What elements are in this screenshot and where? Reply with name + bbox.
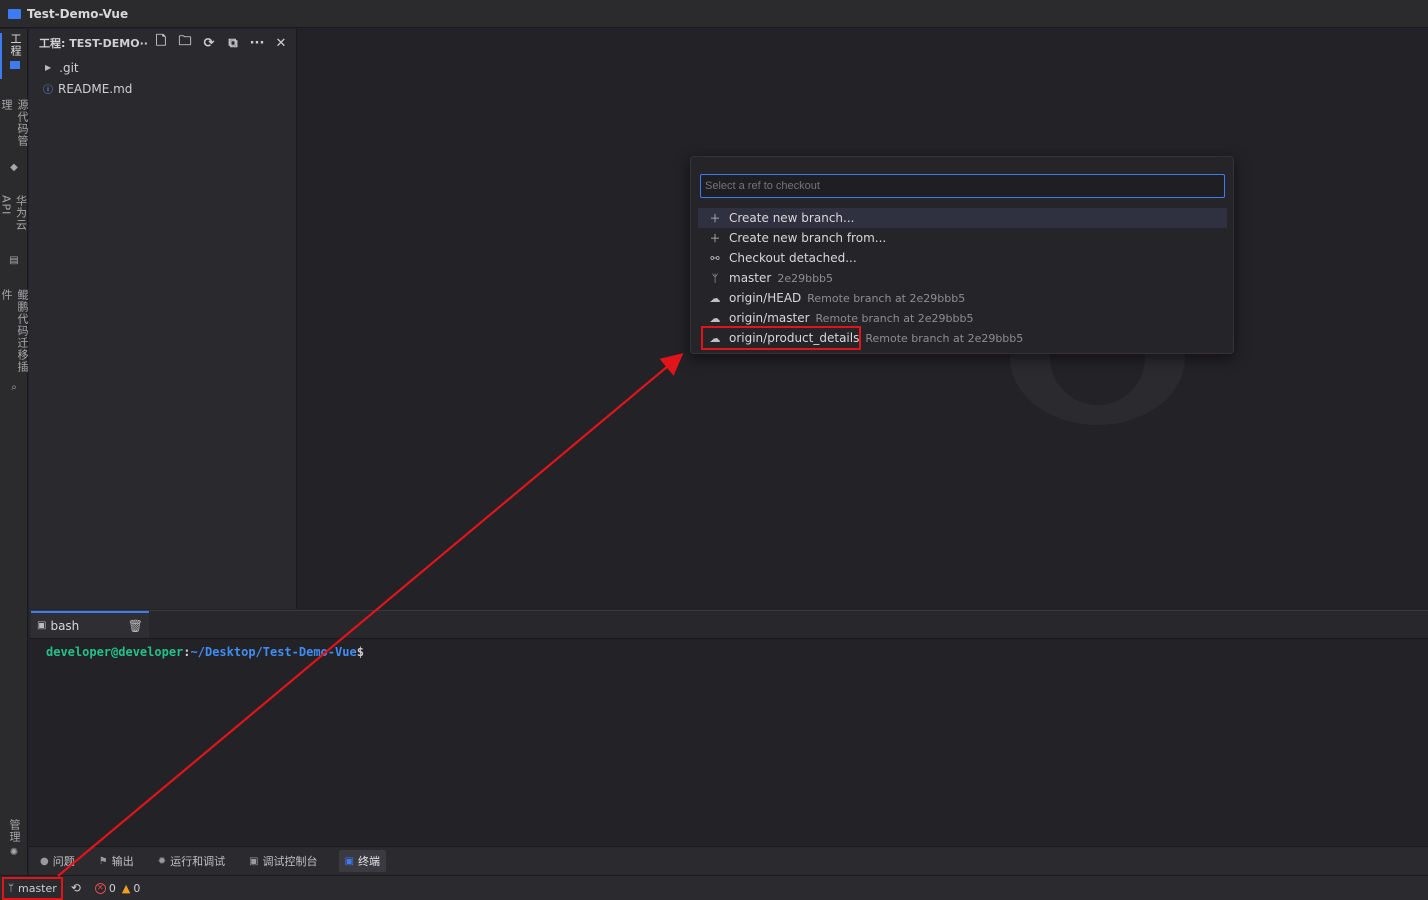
chevron-right-icon: ▶ [45,63,52,72]
tab-terminal[interactable]: ▣ 终端 [338,850,386,872]
folder-icon [8,8,21,19]
ref-item-detail: Remote branch at 2e29bbb5 [807,291,966,305]
activity-tab-label: 工程 [9,33,22,57]
terminal-tab-label: bash [50,618,80,633]
tree-item-label: README.md [58,81,133,96]
terminal-tab-bash[interactable]: ▣ bash 🗑 [31,611,149,638]
ref-item-detail: Remote branch at 2e29bbb5 [865,331,1024,345]
tab-output[interactable]: ⚑ 输出 [96,850,137,872]
status-bar: ᛘ master ⟲ ✕ 0 ▲ 0 [0,875,1428,900]
prompt-user: developer@developer [46,645,184,659]
error-icon: ✕ [94,882,106,894]
activity-tab-label: 鲲鹏代码迁移插件 [0,289,29,373]
info-icon: ⓘ [43,85,53,96]
status-branch-label: master [18,881,57,895]
activity-bar: 工程 源代码管理 ◆ 华为云 API ▤ 鲲鹏代码迁移插件 ⌕ 管理 ✺ [0,29,29,875]
checkout-quick-pick: ＋ Create new branch... ＋ Create new bran… [690,156,1234,354]
activity-tab-huawei-api[interactable]: 华为云 API ▤ [0,195,28,267]
plus-icon: ＋ [709,232,721,245]
branch-icon: ᛘ [711,271,719,285]
activity-tab-label: 管理 [8,819,21,843]
new-folder-icon[interactable]: 🗀 [173,32,197,54]
tab-label: 终端 [358,855,380,868]
explorer-title: 工程: TEST-DEMO··· [39,37,149,50]
tab-debug-console[interactable]: ▣ 调试控制台 [246,850,320,872]
ref-item-create-branch-from[interactable]: ＋ Create new branch from... [698,228,1227,248]
terminal-icon: ▣ [37,620,47,631]
panel-tab-bar: ● 问题 ⚑ 输出 ✹ 运行和调试 ▣ 调试控制台 ▣ 终端 [29,846,1428,875]
branch-icon: ᛘ [8,882,14,894]
collapse-icon[interactable]: ⧉ [221,36,245,51]
plus-icon: ＋ [709,212,721,225]
ref-item-label: Create new branch... [729,211,855,225]
tree-item-readme[interactable]: ⓘ README.md [29,78,296,99]
folder-icon [10,61,20,69]
more-icon[interactable]: ··· [245,36,269,51]
activity-tab-label: 源代码管理 [0,99,29,147]
tab-label: 运行和调试 [170,855,226,868]
debug-icon: ✹ [157,855,167,867]
cloud-icon: ☁ [709,311,721,325]
ref-item-master[interactable]: ᛘ master 2e29bbb5 [698,268,1227,288]
ref-item-label: origin/master [729,311,810,325]
migration-icon: ⌕ [11,382,17,393]
ref-list: ＋ Create new branch... ＋ Create new bran… [698,208,1227,348]
activity-tab-source-control[interactable]: 源代码管理 ◆ [0,99,29,174]
warning-icon: ▲ [121,881,131,895]
explorer-header: 工程: TEST-DEMO··· 🗋 🗀 ⟳ ⧉ ··· ✕ [29,29,296,57]
ref-item-detail: 2e29bbb5 [777,271,834,285]
ref-item-label: origin/product_details [729,331,860,345]
terminal-output[interactable]: developer@developer:~/Desktop/Test-Demo-… [29,639,1428,661]
ref-search-input[interactable] [700,174,1225,198]
window-title: Test-Demo-Vue [27,6,129,21]
api-icon: ▤ [9,255,19,266]
prompt-separator: : [183,645,191,659]
ref-item-checkout-detached[interactable]: ⚯ Checkout detached... [698,248,1227,268]
ref-item-label: Checkout detached... [729,251,857,265]
output-icon: ⚑ [98,855,108,867]
activity-tab-manage[interactable]: 管理 ✺ [0,819,28,859]
git-icon: ◆ [10,162,18,173]
tab-label: 调试控制台 [262,855,318,868]
terminal-icon: ▣ [344,855,354,867]
activity-tab-label: 华为云 API [0,195,28,231]
problems-icon: ● [40,855,49,867]
console-icon: ▣ [249,855,259,867]
detached-icon: ⚯ [710,251,720,265]
terminal-panel: ▣ bash 🗑 developer@developer:~/Desktop/T… [29,610,1428,846]
ref-item-detail: Remote branch at 2e29bbb5 [815,311,974,325]
ref-item-origin-master[interactable]: ☁ origin/master Remote branch at 2e29bbb… [698,308,1227,328]
close-icon[interactable]: ✕ [269,36,293,51]
activity-tab-project[interactable]: 工程 [0,33,28,79]
ref-item-origin-head[interactable]: ☁ origin/HEAD Remote branch at 2e29bbb5 [698,288,1227,308]
ref-item-label: master [729,271,772,285]
ref-item-create-branch[interactable]: ＋ Create new branch... [698,208,1227,228]
cloud-icon: ☁ [709,291,721,305]
ref-item-label: Create new branch from... [729,231,887,245]
terminal-tabs: ▣ bash 🗑 [29,611,1428,639]
cloud-icon: ☁ [709,331,721,345]
gear-icon: ✺ [9,847,19,858]
status-problems[interactable]: ✕ 0 ▲ 0 [94,881,141,895]
sync-icon[interactable]: ⟲ [71,881,81,895]
warning-count: 0 [133,881,141,895]
tab-label: 输出 [111,855,134,868]
tree-item-label: .git [59,60,79,75]
prompt-path: ~/Desktop/Test-Demo-Vue [190,645,357,659]
status-branch-button[interactable]: ᛘ master [2,876,63,900]
ref-item-origin-product-details[interactable]: ☁ origin/product_details Remote branch a… [698,328,1227,348]
prompt-dollar: $ [356,645,364,659]
explorer-panel: 工程: TEST-DEMO··· 🗋 🗀 ⟳ ⧉ ··· ✕ ▶ .git ⓘ … [29,29,297,609]
tree-item-git-folder[interactable]: ▶ .git [29,57,296,78]
error-count: 0 [108,881,116,895]
refresh-icon[interactable]: ⟳ [197,36,221,51]
tab-problems[interactable]: ● 问题 [37,850,78,872]
tab-label: 问题 [52,855,75,868]
new-file-icon[interactable]: 🗋 [149,32,173,54]
activity-tab-kunpeng-migration[interactable]: 鲲鹏代码迁移插件 ⌕ [0,289,29,394]
trash-icon[interactable]: 🗑 [128,619,143,633]
tab-run-debug[interactable]: ✹ 运行和调试 [155,850,228,872]
title-bar: Test-Demo-Vue [0,0,1428,28]
ref-item-label: origin/HEAD [729,291,802,305]
